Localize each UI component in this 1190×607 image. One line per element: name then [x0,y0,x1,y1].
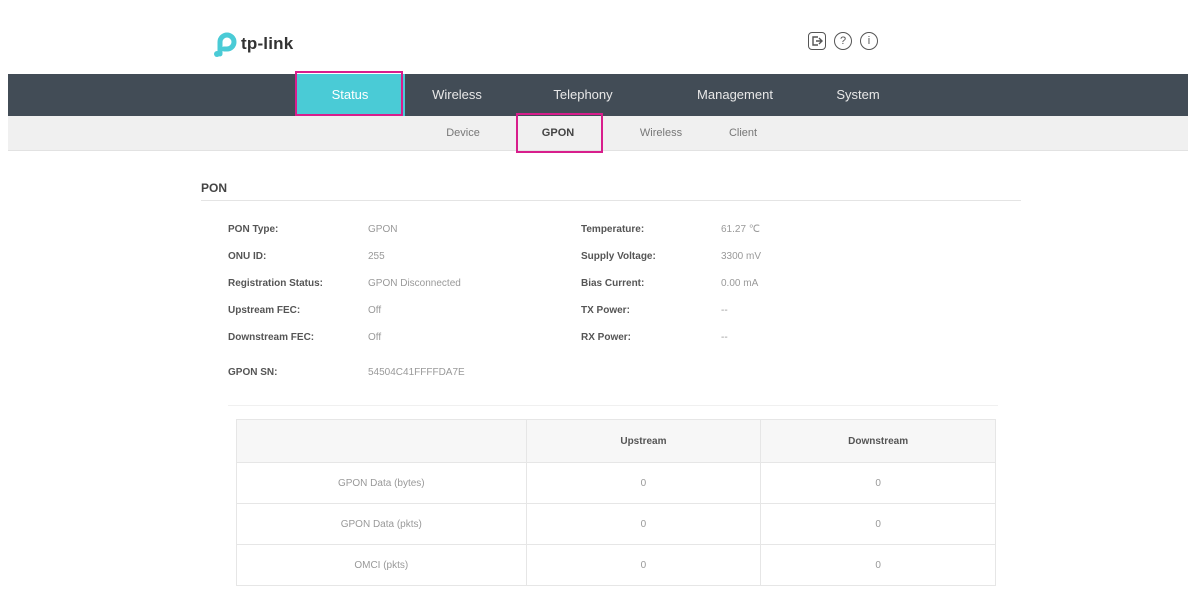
gpon-sn-value: 54504C41FFFFDA7E [368,367,465,378]
downstream-value: 0 [760,544,996,586]
brand-name: tp-link [241,34,294,53]
row-label: GPON Data (pkts) [236,503,527,545]
table-row: OMCI (pkts) 0 0 [236,544,996,586]
tx-power-value: -- [721,305,728,316]
downstream-value: 0 [760,462,996,504]
row-label: OMCI (pkts) [236,544,527,586]
tx-power-label: TX Power: [581,305,630,316]
table-header-blank [236,419,527,463]
section-divider [201,200,1021,201]
nav-telephony[interactable]: Telephony [538,74,628,116]
supply-voltage-value: 3300 mV [721,251,762,262]
nav-management[interactable]: Management [680,74,790,116]
section-title: PON [201,181,228,195]
header-actions: ? i [808,32,878,50]
supply-voltage-label: Supply Voltage: [581,251,656,262]
onu-id-label: ONU ID: [228,251,267,262]
downstream-value: 0 [760,503,996,545]
rx-power-label: RX Power: [581,332,632,343]
main-navigation: Status Wireless Telephony Management Sys… [8,74,1188,116]
brand-logo[interactable]: tp-link [211,30,293,58]
subnav-device[interactable]: Device [433,116,493,150]
info-icon[interactable]: i [860,32,878,50]
downstream-fec-value: Off [368,332,382,343]
pon-type-value: GPON [368,224,398,235]
tp-link-logo-icon [211,30,239,58]
subnav-client[interactable]: Client [718,116,768,150]
table-row: GPON Data (pkts) 0 0 [236,503,996,545]
table-header-upstream: Upstream [525,419,762,463]
sub-navigation: Device GPON Wireless Client [8,116,1188,151]
help-icon[interactable]: ? [834,32,852,50]
upstream-fec-label: Upstream FEC: [228,305,301,316]
nav-wireless[interactable]: Wireless [417,74,497,116]
gpon-sn-label: GPON SN: [228,367,278,378]
top-header: tp-link ? i [8,8,1188,74]
info-divider [228,405,998,406]
table-header-row: Upstream Downstream [236,419,996,463]
bias-current-value: 0.00 mA [721,278,759,289]
upstream-value: 0 [525,544,762,586]
registration-status-label: Registration Status: [228,278,324,289]
table-row: GPON Data (bytes) 0 0 [236,462,996,504]
table-header-downstream: Downstream [760,419,996,463]
pon-type-label: PON Type: [228,224,279,235]
bias-current-label: Bias Current: [581,278,645,289]
router-admin-page: tp-link ? i Status Wireless Telephony Ma… [8,8,1188,607]
row-label: GPON Data (bytes) [236,462,527,504]
registration-status-value: GPON Disconnected [368,278,461,289]
upstream-value: 0 [525,462,762,504]
temperature-value: 61.27 ℃ [721,224,761,235]
rx-power-value: -- [721,332,728,343]
nav-system[interactable]: System [823,74,893,116]
upstream-value: 0 [525,503,762,545]
nav-status[interactable]: Status [295,74,405,116]
logout-icon[interactable] [808,32,826,50]
subnav-wireless[interactable]: Wireless [630,116,692,150]
downstream-fec-label: Downstream FEC: [228,332,315,343]
temperature-label: Temperature: [581,224,645,235]
subnav-gpon[interactable]: GPON [518,116,598,150]
gpon-stats-table: Upstream Downstream GPON Data (bytes) 0 … [236,419,996,586]
upstream-fec-value: Off [368,305,382,316]
onu-id-value: 255 [368,251,385,262]
